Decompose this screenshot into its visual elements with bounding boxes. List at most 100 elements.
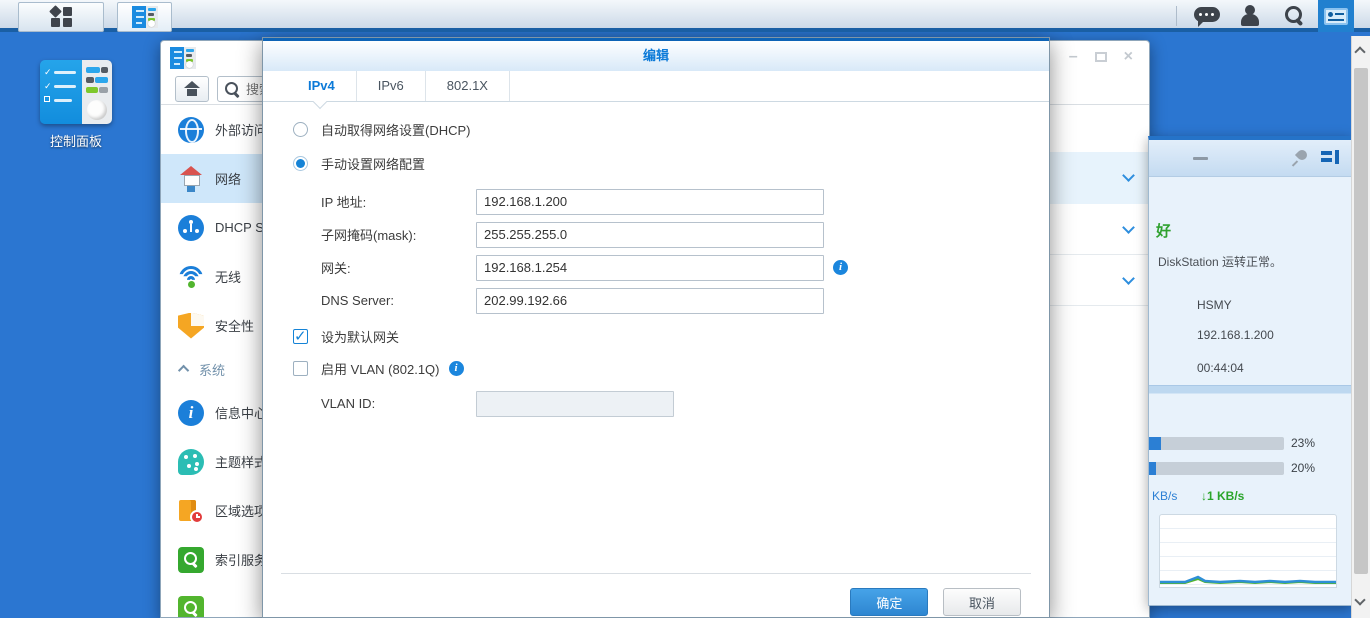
checkbox-label: 启用 VLAN (802.1Q) bbox=[321, 359, 440, 378]
widget-divider bbox=[1149, 385, 1351, 394]
sidebar-item-label: 无线 bbox=[215, 267, 241, 286]
checkbox-default-gateway[interactable]: 设为默认网关 bbox=[293, 327, 1049, 346]
sidebar-item-label: 网络 bbox=[215, 169, 241, 188]
field-ip-address: IP 地址: bbox=[321, 188, 1049, 215]
field-gateway: 网关: i bbox=[321, 254, 1049, 281]
globe-icon bbox=[178, 117, 204, 143]
cpu-usage-bar bbox=[1148, 437, 1284, 450]
sidebar-item-label: 主题样式 bbox=[215, 452, 267, 471]
uptime-value: 00:44:04 bbox=[1197, 361, 1244, 375]
search-icon bbox=[225, 82, 241, 98]
main-menu-button[interactable] bbox=[18, 2, 104, 32]
desktop-shortcut-control-panel[interactable]: ✓✓ 控制面板 bbox=[36, 60, 116, 150]
radio-manual[interactable]: 手动设置网络配置 bbox=[293, 154, 1049, 173]
chevron-down-icon[interactable] bbox=[1122, 221, 1135, 234]
checkbox-enable-vlan[interactable]: 启用 VLAN (802.1Q) i bbox=[293, 359, 1049, 378]
chevron-up-icon bbox=[178, 365, 189, 376]
control-panel-window-icon bbox=[170, 47, 196, 69]
upload-speed: KB/s bbox=[1152, 489, 1177, 503]
info-icon[interactable]: i bbox=[449, 361, 464, 376]
sidebar-item-label: 信息中心 bbox=[215, 403, 267, 422]
tab-ipv6[interactable]: IPv6 bbox=[357, 71, 426, 101]
control-panel-app-icon bbox=[132, 6, 158, 28]
shield-icon bbox=[178, 313, 204, 339]
cpu-usage-percent: 23% bbox=[1291, 436, 1315, 450]
search-icon[interactable] bbox=[1284, 6, 1304, 26]
sidebar-item-label: 索引服务 bbox=[215, 550, 267, 569]
dialog-body: 自动取得网络设置(DHCP) 手动设置网络配置 IP 地址: 子网掩码(mask… bbox=[263, 102, 1049, 417]
cancel-button[interactable]: 取消 bbox=[943, 588, 1021, 616]
network-traffic-chart bbox=[1159, 514, 1337, 588]
region-icon bbox=[178, 498, 204, 524]
checkbox-label: 设为默认网关 bbox=[321, 327, 399, 346]
scroll-up-icon[interactable] bbox=[1354, 46, 1365, 57]
wifi-icon bbox=[178, 264, 204, 290]
home-icon bbox=[184, 81, 200, 97]
maximize-button[interactable] bbox=[1095, 52, 1107, 62]
health-status: 好 bbox=[1156, 220, 1171, 241]
dialog-footer: 确定 取消 bbox=[281, 573, 1031, 617]
vertical-scrollbar[interactable] bbox=[1351, 36, 1370, 618]
radio-dhcp[interactable]: 自动取得网络设置(DHCP) bbox=[293, 120, 1049, 139]
chevron-down-icon[interactable] bbox=[1122, 169, 1135, 182]
ok-button[interactable]: 确定 bbox=[850, 588, 928, 616]
user-icon[interactable] bbox=[1240, 5, 1260, 27]
gateway-input[interactable] bbox=[476, 255, 824, 281]
pin-icon[interactable] bbox=[1291, 149, 1309, 167]
ram-usage-bar bbox=[1148, 462, 1284, 475]
radio-button-selected[interactable] bbox=[293, 156, 308, 171]
taskbar bbox=[0, 0, 1370, 32]
dns-server-input[interactable] bbox=[476, 288, 824, 314]
minimize-widget-icon[interactable] bbox=[1193, 157, 1208, 160]
info-icon[interactable]: i bbox=[833, 260, 848, 275]
widgets-button[interactable] bbox=[1318, 0, 1354, 32]
scroll-down-icon[interactable] bbox=[1354, 594, 1365, 605]
download-speed: ↓1 KB/s bbox=[1201, 489, 1244, 503]
field-subnet-mask: 子网掩码(mask): bbox=[321, 221, 1049, 248]
system-health-widget-panel: 好 DiskStation 运转正常。 HSMY 192.168.1.200 0… bbox=[1148, 136, 1352, 606]
info-icon: i bbox=[178, 400, 204, 426]
ram-usage-percent: 20% bbox=[1291, 461, 1315, 475]
scrollbar-thumb[interactable] bbox=[1354, 68, 1368, 574]
dialog-tabs: IPv4 IPv6 802.1X bbox=[263, 71, 1049, 102]
radio-label: 自动取得网络设置(DHCP) bbox=[321, 120, 471, 139]
panel-layout-icon[interactable] bbox=[1321, 150, 1339, 165]
partial-icon bbox=[178, 596, 204, 618]
field-dns-server: DNS Server: bbox=[321, 287, 1049, 314]
tab-8021x[interactable]: 802.1X bbox=[426, 71, 510, 101]
checkbox-checked[interactable] bbox=[293, 329, 308, 344]
sidebar-item-label: 安全性 bbox=[215, 316, 254, 335]
edit-dialog: 编辑 IPv4 IPv6 802.1X 自动取得网络设置(DHCP) 手动设置网… bbox=[262, 37, 1050, 618]
ip-address-value: 192.168.1.200 bbox=[1197, 328, 1274, 342]
home-button[interactable] bbox=[175, 76, 209, 102]
server-name-value: HSMY bbox=[1197, 298, 1232, 312]
dialog-title: 编辑 bbox=[263, 41, 1049, 71]
sidebar-item-label: 外部访问 bbox=[215, 120, 267, 139]
subnet-mask-input[interactable] bbox=[476, 222, 824, 248]
control-panel-icon: ✓✓ bbox=[40, 60, 112, 124]
field-vlan-id: VLAN ID: bbox=[321, 390, 1049, 417]
main-menu-icon bbox=[49, 6, 73, 28]
chevron-down-icon[interactable] bbox=[1122, 272, 1135, 285]
widget-panel-header[interactable] bbox=[1149, 140, 1351, 177]
field-label: 网关: bbox=[321, 258, 476, 277]
chat-icon[interactable] bbox=[1194, 7, 1220, 22]
traffic-sparkline bbox=[1160, 515, 1336, 587]
network-icon bbox=[178, 166, 204, 192]
close-button[interactable]: × bbox=[1124, 49, 1133, 65]
minimize-button[interactable]: – bbox=[1069, 49, 1078, 65]
sidebar-section-label: 系统 bbox=[199, 360, 225, 379]
field-label: VLAN ID: bbox=[321, 396, 476, 411]
radio-button-unselected[interactable] bbox=[293, 122, 308, 137]
index-service-icon bbox=[178, 547, 204, 573]
field-label: IP 地址: bbox=[321, 192, 476, 211]
radio-label: 手动设置网络配置 bbox=[321, 154, 425, 173]
shortcut-label: 控制面板 bbox=[36, 131, 116, 150]
ip-address-input[interactable] bbox=[476, 189, 824, 215]
field-label: 子网掩码(mask): bbox=[321, 225, 476, 244]
checkbox-unchecked[interactable] bbox=[293, 361, 308, 376]
taskbar-control-panel-button[interactable] bbox=[117, 2, 172, 32]
dhcp-icon bbox=[178, 215, 204, 241]
vlan-id-input bbox=[476, 391, 674, 417]
taskbar-divider bbox=[1176, 6, 1177, 26]
